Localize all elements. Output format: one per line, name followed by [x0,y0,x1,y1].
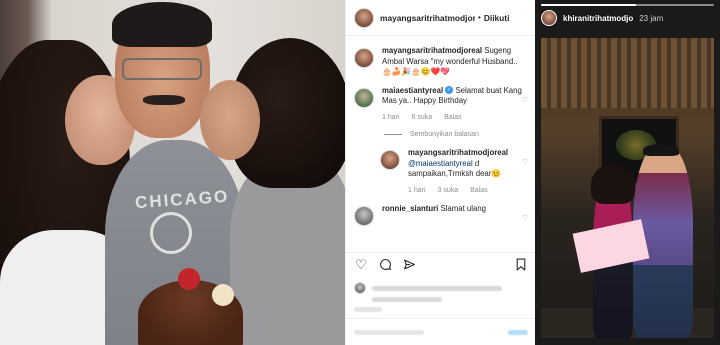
reply-button[interactable]: Balas [444,113,462,124]
story-man-hair [643,144,679,156]
comment-body: mayangsaritrihatmodjoreal @maiaestiantyr… [408,148,528,196]
mention-link[interactable]: @maiaestiantyreal [408,159,473,168]
follow-status-button[interactable]: Diikuti [484,13,510,23]
story-header: khiranitrihatmodjo 23 jam [541,10,663,26]
comment-username[interactable]: ronnie_sianturi [382,204,438,213]
comment-body: mayangsaritrihatmodjoreal Sugeng Ambal W… [382,46,522,78]
photo-macaron [212,284,234,306]
comment-body: ronnie_sianturi Slamat ulang [382,204,522,215]
post-comment-button[interactable] [508,329,528,335]
verified-badge-icon: ✓ [445,86,454,95]
comment-time[interactable]: 1 hari [408,186,426,197]
commenter-avatar[interactable] [354,206,374,226]
caption-comment: mayangsaritrihatmodjoreal Sugeng Ambal W… [354,46,530,78]
story-image [541,38,714,338]
photo-glasses [122,58,202,80]
comment-body: maiaestiantyreal ✓ Selamat buat Kang Mas… [382,86,522,124]
liker-avatar [354,282,366,294]
comment-row: maiaestiantyreal ✓ Selamat buat Kang Mas… [354,86,530,124]
story-progress-fill [541,4,637,6]
blurred-likes-row-2 [354,297,442,302]
story-username[interactable]: khiranitrihatmodjo [563,14,633,23]
comment-likes[interactable]: 3 suka [438,186,459,197]
hide-replies-line [384,134,402,135]
hide-replies-button[interactable]: Sembunyikan balasan [384,131,530,138]
share-icon[interactable] [402,258,416,272]
commenter-avatar[interactable] [354,48,374,68]
post-actions-bar: ♡ [346,252,536,276]
photo-shirt-badge [150,212,192,254]
photo-mustache [143,95,185,105]
comment-meta: 1 hari 6 suka Balas [382,113,522,124]
blurred-likes-text [372,297,442,302]
story-ceiling [541,38,714,108]
reply-button[interactable]: Balas [470,186,488,197]
hide-replies-label: Sembunyikan balasan [410,131,479,138]
story-viewer[interactable]: khiranitrihatmodjo 23 jam [535,0,720,345]
post-header: mayangsaritrihatmodjoreal • Diikuti [346,0,535,36]
author-username[interactable]: mayangsaritrihatmodjoreal [380,13,475,23]
comment-likes[interactable]: 6 suka [412,113,433,124]
photo-strawberry [178,268,200,290]
comment-icon[interactable] [378,258,392,272]
comments-list[interactable]: mayangsaritrihatmodjoreal Sugeng Ambal W… [354,46,530,246]
photo-man-hair [112,2,212,47]
comment-username[interactable]: mayangsaritrihatmodjoreal [382,46,482,55]
comment-meta: 1 hari 3 suka Balas [408,186,528,197]
story-girl-hair [591,164,635,204]
comment-row: ronnie_sianturi Slamat ulang ♡ [354,204,530,226]
heart-icon[interactable]: ♡ [354,258,368,272]
comment-time[interactable]: 1 hari [382,113,400,124]
commenter-avatar[interactable] [380,150,400,170]
blurred-timestamp [354,307,382,312]
reply-row: mayangsaritrihatmodjoreal @maiaestiantyr… [380,148,530,196]
comment-like-heart-icon[interactable]: ♡ [522,96,528,104]
commenter-avatar[interactable] [354,87,374,108]
photo-girl-right-face [200,80,260,160]
author-avatar[interactable] [354,7,374,28]
story-avatar[interactable] [541,10,557,26]
post-panel: mayangsaritrihatmodjoreal • Diikuti maya… [345,0,536,345]
comment-like-heart-icon[interactable]: ♡ [522,158,528,166]
separator-dot: • [478,13,481,22]
comment-like-heart-icon[interactable]: ♡ [522,214,528,222]
bookmark-icon[interactable] [514,258,528,272]
comment-username[interactable]: mayangsaritrihatmodjoreal [408,148,508,157]
story-time: 23 jam [639,13,664,23]
add-comment-bar[interactable] [346,318,536,345]
blurred-likes-text [372,285,502,291]
comment-username[interactable]: maiaestiantyreal [382,86,443,95]
blurred-likes-row [354,282,502,294]
story-progress-bar [541,4,714,6]
post-photo[interactable]: CHICAGO [0,0,345,345]
comment-input[interactable] [354,329,424,335]
blurred-time-text [354,307,382,312]
comment-text: Slamat ulang [440,204,487,213]
